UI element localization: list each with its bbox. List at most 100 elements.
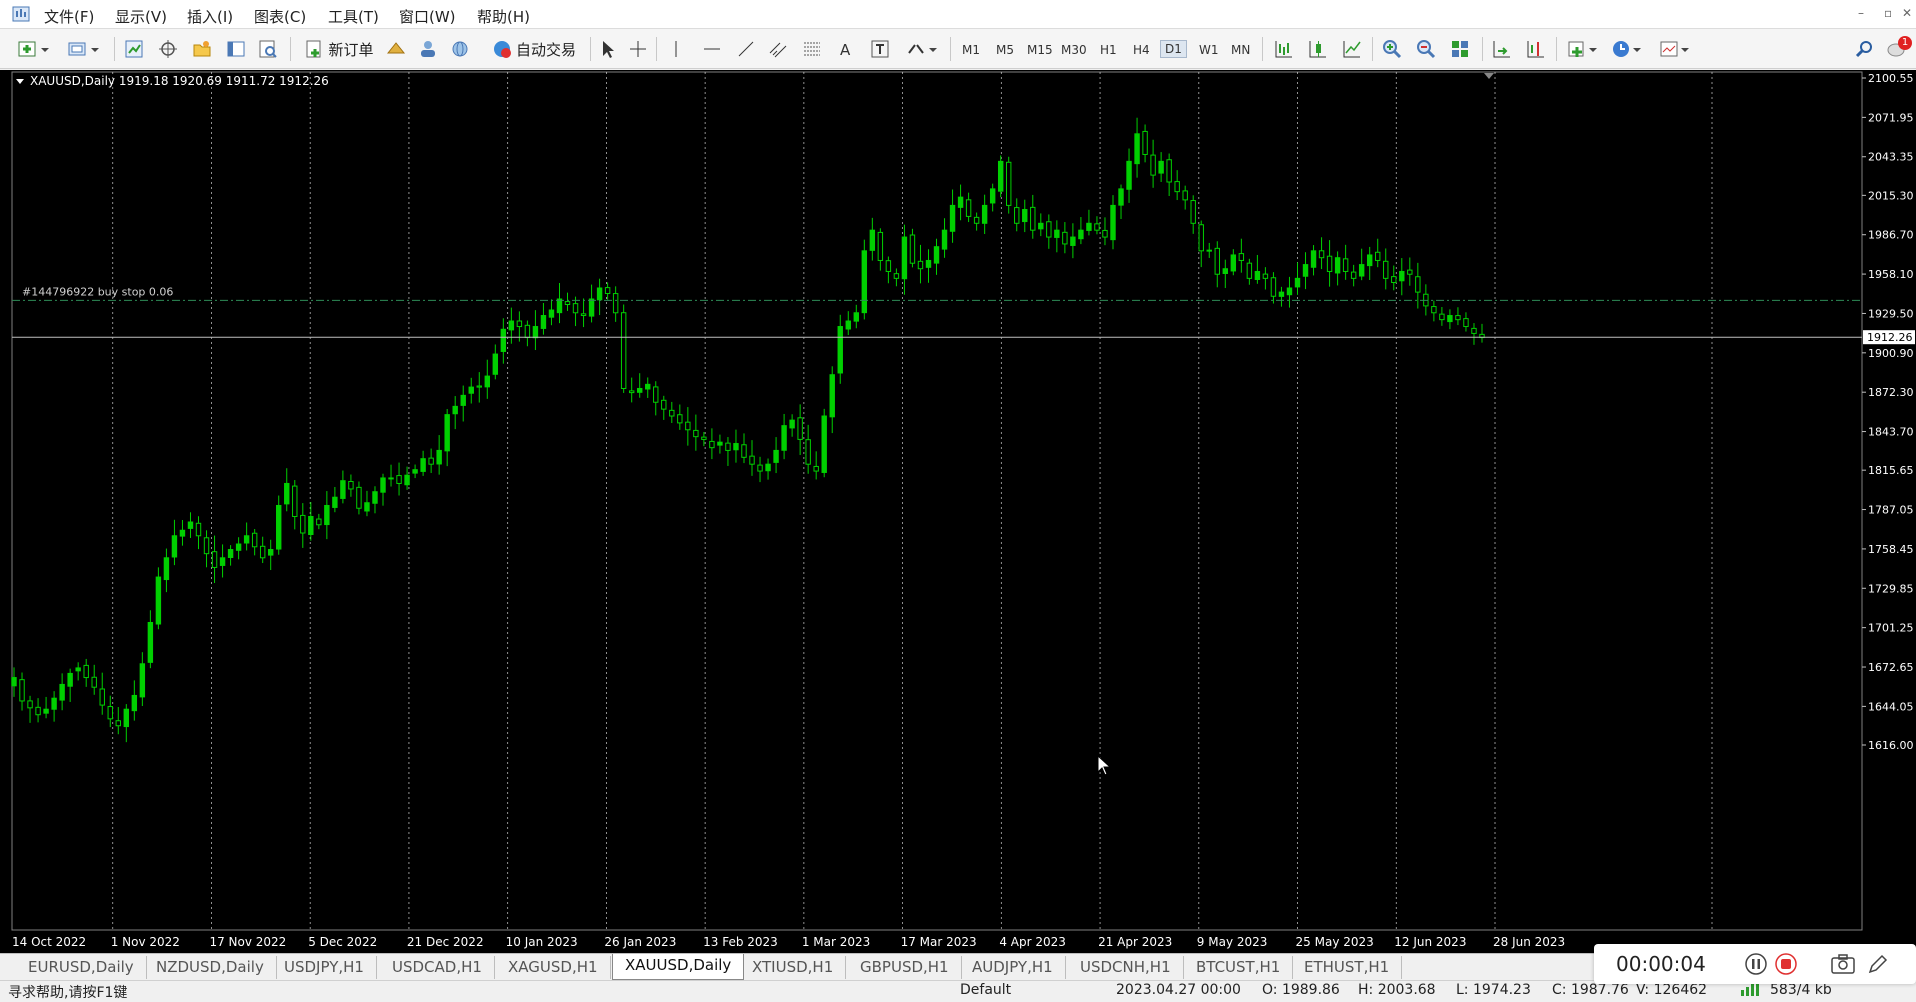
terminal-button[interactable] xyxy=(224,38,248,60)
new-order-icon xyxy=(306,40,321,58)
chart-area[interactable]: 14 Oct 2022 1 Nov 2022 17 Nov 2022 5 Dec 20… xyxy=(0,70,1916,953)
fibonacci-button[interactable] xyxy=(800,38,824,60)
candle-body xyxy=(620,312,627,389)
zoom-in-button[interactable] xyxy=(1380,38,1404,60)
tab-nzdusd-daily[interactable]: NZDUSD,Daily xyxy=(144,956,277,979)
new-order-button[interactable]: 新订单 xyxy=(300,38,378,60)
tab-ethust-h1[interactable]: ETHUST,H1 xyxy=(1292,956,1403,979)
candle-body xyxy=(508,320,515,331)
tab-usdjpy-h1[interactable]: USDJPY,H1 xyxy=(272,956,377,979)
menu-tools[interactable]: 工具(T) xyxy=(328,6,379,27)
timeframe-h1[interactable]: H1 xyxy=(1100,43,1117,57)
vertical-line-button[interactable] xyxy=(664,38,688,60)
data-window-button[interactable] xyxy=(190,38,214,60)
tab-xtiusd-h1[interactable]: XTIUSD,H1 xyxy=(740,956,847,979)
autotrading-button[interactable]: 自动交易 xyxy=(484,38,584,60)
candle-body xyxy=(1399,270,1405,282)
channel-button[interactable] xyxy=(766,38,790,60)
account-button[interactable] xyxy=(416,38,440,60)
cursor-button[interactable] xyxy=(596,38,620,60)
tab-eurusd-daily[interactable]: EURUSD,Daily xyxy=(16,956,147,979)
chart-shift-button[interactable] xyxy=(1524,38,1548,60)
menu-window[interactable]: 窗口(W) xyxy=(399,6,456,27)
tab-btcust-h1[interactable]: BTCUST,H1 xyxy=(1184,956,1294,979)
search-button[interactable] xyxy=(1852,38,1876,60)
menu-help[interactable]: 帮助(H) xyxy=(477,6,530,27)
candle-body xyxy=(251,532,258,548)
tab-usdcad-h1[interactable]: USDCAD,H1 xyxy=(380,956,495,979)
indicators-button[interactable] xyxy=(1564,38,1604,60)
notifications-button[interactable]: 1 xyxy=(1884,36,1912,60)
crosshair-nav-button[interactable] xyxy=(156,38,180,60)
line-chart-button[interactable] xyxy=(1340,38,1364,60)
candle-body xyxy=(1342,258,1349,272)
pen-icon[interactable] xyxy=(1866,952,1890,976)
candle-body xyxy=(1318,250,1325,259)
candle-body xyxy=(1350,271,1357,279)
menu-view[interactable]: 显示(V) xyxy=(115,6,167,27)
text-button[interactable]: A xyxy=(834,38,858,60)
crosshair-button[interactable] xyxy=(626,38,650,60)
restore-icon[interactable]: ▫ xyxy=(1884,6,1892,20)
timeframe-d1[interactable]: D1 xyxy=(1160,40,1187,58)
tab-gbpusd-h1[interactable]: GBPUSD,H1 xyxy=(848,956,962,979)
menu-charts[interactable]: 图表(C) xyxy=(254,6,306,27)
timeframe-mn[interactable]: MN xyxy=(1231,43,1250,57)
trendline-button[interactable] xyxy=(734,38,758,60)
candle-body xyxy=(797,417,803,440)
candlestick-button[interactable] xyxy=(1306,38,1330,60)
date-tick-label: 17 Nov 2022 xyxy=(209,935,286,949)
templates-button[interactable] xyxy=(1656,38,1696,60)
tab-usdcnh-h1[interactable]: USDCNH,H1 xyxy=(1068,956,1184,979)
price-tick-label: 1843.70 xyxy=(1868,426,1914,439)
candle-body xyxy=(1383,260,1389,279)
candle-body xyxy=(1294,277,1301,288)
timeframe-m5[interactable]: M5 xyxy=(996,43,1014,57)
camera-icon[interactable] xyxy=(1830,952,1856,976)
timeframe-m30[interactable]: M30 xyxy=(1061,43,1087,57)
menu-insert[interactable]: 插入(I) xyxy=(187,6,233,27)
menu-file[interactable]: 文件(F) xyxy=(44,6,94,27)
timeframe-w1[interactable]: W1 xyxy=(1199,43,1219,57)
horizontal-line-button[interactable] xyxy=(700,38,724,60)
minimize-icon[interactable]: – xyxy=(1858,6,1864,20)
candle-body xyxy=(1110,204,1116,241)
candle-body xyxy=(765,463,771,472)
pause-icon[interactable] xyxy=(1744,952,1768,976)
candle-body xyxy=(821,415,827,473)
candle-body xyxy=(1206,249,1212,252)
candle-body xyxy=(227,549,234,558)
candle-body xyxy=(356,486,362,509)
text-label-button[interactable] xyxy=(868,38,892,60)
date-tick-label: 10 Jan 2023 xyxy=(506,935,578,949)
tab-xagusd-h1[interactable]: XAGUSD,H1 xyxy=(496,956,611,979)
zoom-out-button[interactable] xyxy=(1414,38,1438,60)
profiles-button[interactable] xyxy=(64,38,104,60)
stop-record-icon[interactable] xyxy=(1774,952,1798,976)
market-watch-button[interactable] xyxy=(122,38,146,60)
auto-scroll-button[interactable] xyxy=(1490,38,1514,60)
timeframe-m15[interactable]: M15 xyxy=(1027,43,1053,57)
strategy-tester-button[interactable] xyxy=(256,38,280,60)
candle-body xyxy=(917,260,924,270)
expert-button[interactable] xyxy=(384,38,408,60)
price-tick-label: 1872.30 xyxy=(1868,386,1914,399)
candle-body xyxy=(300,514,306,534)
periods-button[interactable] xyxy=(1608,38,1648,60)
candle-body xyxy=(332,496,338,508)
candle-body xyxy=(51,697,57,710)
timeframe-m1[interactable]: M1 xyxy=(962,43,980,57)
status-profile: Default xyxy=(960,982,1012,998)
tab-xauusd-daily[interactable]: XAUUSD,Daily xyxy=(612,954,745,980)
arrows-button[interactable] xyxy=(902,38,942,60)
globe-button[interactable] xyxy=(448,38,472,60)
bar-chart-button[interactable] xyxy=(1272,38,1296,60)
candlestick-icon xyxy=(1309,41,1326,58)
timeframe-h4[interactable]: H4 xyxy=(1133,43,1150,57)
candle-body xyxy=(669,409,675,417)
close-icon[interactable]: ✕ xyxy=(1902,6,1912,20)
new-chart-button[interactable] xyxy=(14,38,54,60)
price-chart[interactable]: 14 Oct 2022 1 Nov 2022 17 Nov 2022 5 Dec 20… xyxy=(0,70,1916,953)
tab-audjpy-h1[interactable]: AUDJPY,H1 xyxy=(960,956,1066,979)
tile-windows-button[interactable] xyxy=(1448,38,1472,60)
